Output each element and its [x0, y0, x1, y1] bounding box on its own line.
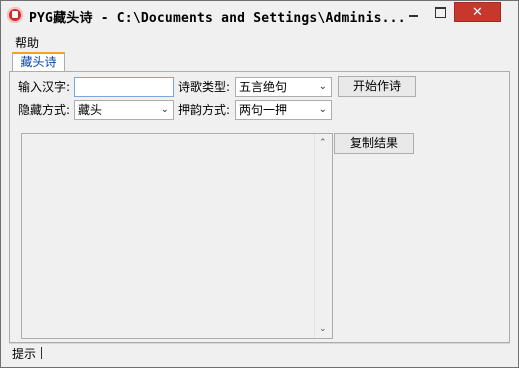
poem-type-select[interactable]: 五言绝句 ⌄: [235, 77, 332, 97]
tab-page: 输入汉字: 诗歌类型: 五言绝句 ⌄ 开始作诗 隐藏方式: 藏头 ⌄ 押韵方式:…: [9, 71, 510, 343]
app-window: PYG藏头诗 - C:\Documents and Settings\Admin…: [0, 0, 519, 368]
result-scrollbar[interactable]: ⌃ ⌄: [314, 134, 332, 338]
result-textarea[interactable]: ⌃ ⌄: [21, 133, 333, 339]
hide-mode-label: 隐藏方式:: [18, 103, 71, 117]
chars-input[interactable]: [74, 77, 174, 97]
chevron-down-icon: ⌄: [318, 81, 327, 92]
scroll-up-icon[interactable]: ⌃: [319, 138, 327, 148]
input-label: 输入汉字:: [18, 80, 71, 94]
rhyme-mode-value: 两句一押: [239, 103, 288, 117]
title-bar[interactable]: PYG藏头诗 - C:\Documents and Settings\Admin…: [1, 1, 518, 29]
chevron-down-icon: ⌄: [160, 104, 169, 115]
menu-help[interactable]: 帮助: [15, 34, 39, 51]
rhyme-mode-select[interactable]: 两句一押 ⌄: [235, 100, 332, 120]
close-icon: ✕: [472, 4, 483, 20]
maximize-icon: [435, 6, 446, 18]
rhyme-mode-label: 押韵方式:: [178, 103, 231, 117]
copy-result-button[interactable]: 复制结果: [334, 133, 414, 154]
scroll-down-icon[interactable]: ⌄: [319, 324, 327, 334]
chevron-down-icon: ⌄: [318, 104, 327, 115]
minimize-icon: [409, 15, 418, 17]
status-divider: [41, 347, 42, 359]
poem-type-label: 诗歌类型:: [178, 80, 231, 94]
hide-mode-value: 藏头: [78, 103, 103, 117]
status-text: 提示: [12, 347, 37, 361]
hide-mode-select[interactable]: 藏头 ⌄: [74, 100, 174, 120]
tab-strip: 藏头诗: [9, 52, 510, 72]
minimize-button[interactable]: [400, 2, 427, 22]
status-bar: 提示: [9, 343, 510, 362]
maximize-button[interactable]: [427, 2, 454, 22]
window-title: PYG藏头诗 - C:\Documents and Settings\Admin…: [29, 11, 406, 26]
poem-type-value: 五言绝句: [239, 80, 288, 94]
close-button[interactable]: ✕: [454, 2, 501, 22]
start-button[interactable]: 开始作诗: [338, 76, 416, 97]
app-shield-icon: [7, 7, 23, 23]
tab-acrostic[interactable]: 藏头诗: [12, 52, 65, 72]
